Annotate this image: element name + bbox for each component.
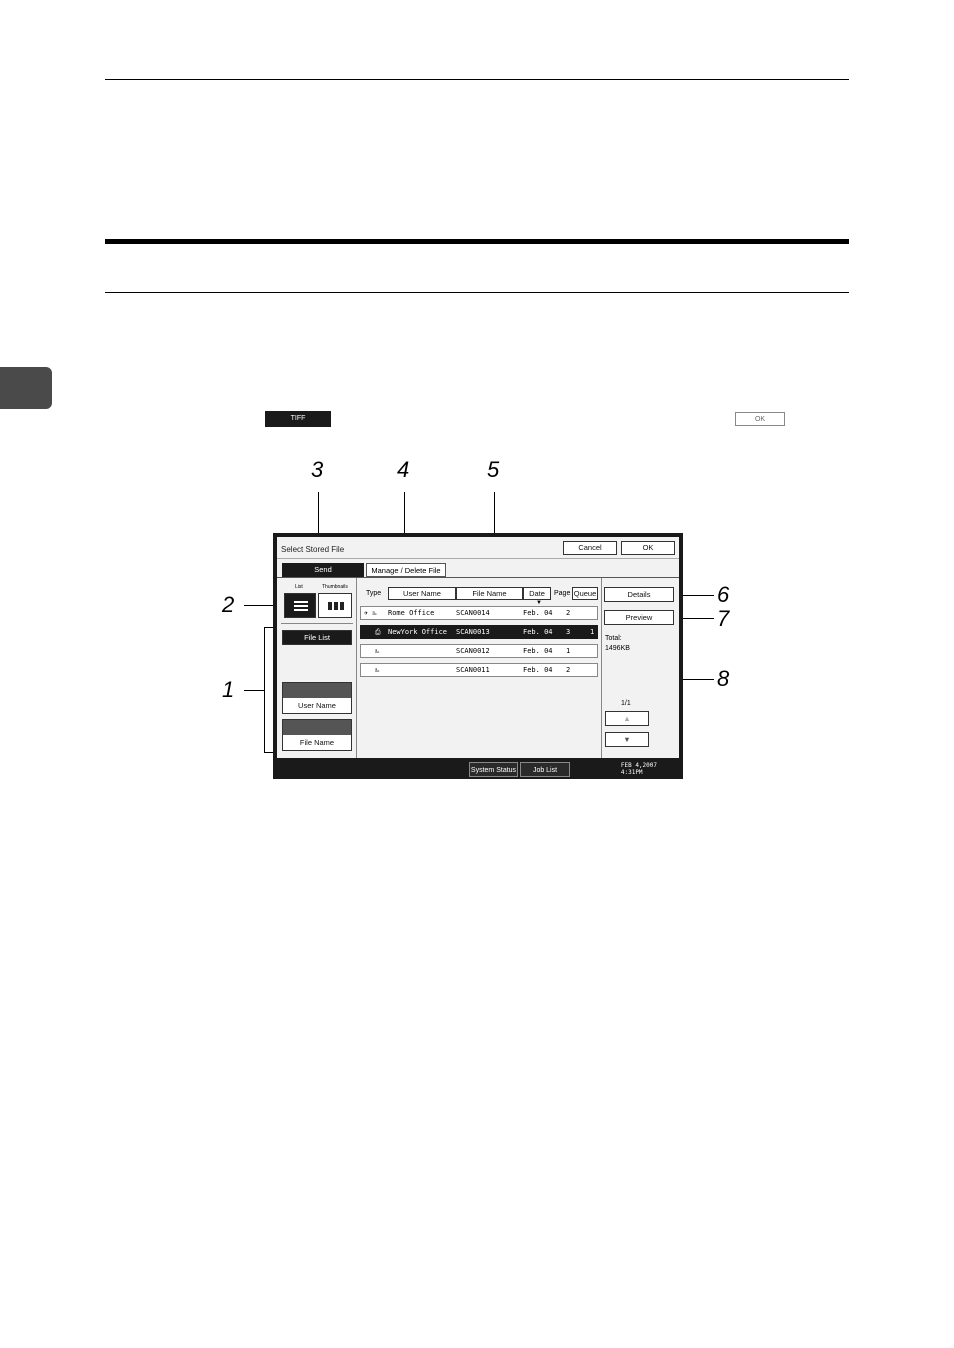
row-page: 2 <box>566 609 571 617</box>
ok-button[interactable]: OK <box>621 541 675 555</box>
callout-5: 5 <box>487 457 500 482</box>
status-bar: System Status Job List FEB 4,2007 4:31PM <box>273 761 683 779</box>
file-row[interactable]: ⎁ SCAN0012 Feb. 04 1 <box>360 644 598 658</box>
left-divider <box>281 623 353 624</box>
tab-send[interactable]: Send <box>282 563 364 577</box>
user-name-sort-button[interactable]: User Name <box>282 682 352 714</box>
file-name-sort-button[interactable]: File Name <box>282 719 352 751</box>
clock: FEB 4,2007 4:31PM <box>621 762 657 776</box>
row-queue: 1 <box>590 628 595 636</box>
chapter-tab <box>0 367 52 409</box>
page-counter: 1/1 <box>621 700 631 707</box>
column-page: Page <box>554 590 571 597</box>
column-date[interactable]: Date <box>523 587 551 600</box>
printer-icon: ⎙ <box>375 628 381 636</box>
row-file: SCAN0013 <box>456 628 490 636</box>
tab-manage-delete-file[interactable]: Manage / Delete File <box>366 563 446 577</box>
file-row[interactable]: ⎙ NewYork Office SCAN0013 Feb. 04 3 1 <box>360 625 598 639</box>
grid-icon <box>328 602 344 610</box>
column-file-name[interactable]: File Name <box>456 587 523 600</box>
section-rule-thick <box>105 239 849 244</box>
header-rule <box>105 79 849 80</box>
total-value: 1496KB <box>605 645 630 652</box>
leader-1 <box>244 690 264 691</box>
tiff-key: TIFF <box>265 411 331 427</box>
view-list-label: List <box>295 584 303 590</box>
callout-4: 4 <box>397 457 410 482</box>
tab-divider <box>277 577 679 578</box>
column-queue[interactable]: Queue <box>572 587 598 600</box>
section-rule-thin <box>105 292 849 293</box>
column-user-name[interactable]: User Name <box>388 587 456 600</box>
scanner-icon: ⎁ <box>375 647 380 655</box>
arrow-up-icon: ▲ <box>623 714 631 723</box>
job-list-button[interactable]: Job List <box>520 762 570 777</box>
ok-key: OK <box>735 412 785 426</box>
row-page: 1 <box>566 647 571 655</box>
bracket-1 <box>264 627 265 753</box>
scroll-down-button[interactable]: ▼ <box>605 732 649 747</box>
title-divider <box>277 558 679 559</box>
row-date: Feb. 04 <box>523 609 553 617</box>
column-type: Type <box>366 590 382 597</box>
row-file: SCAN0011 <box>456 666 490 674</box>
clock-time: 4:31PM <box>620 769 643 776</box>
callout-1: 1 <box>222 677 235 702</box>
preview-button[interactable]: Preview <box>604 610 674 625</box>
select-stored-file-panel: Select Stored File Cancel OK Send Manage… <box>277 537 679 758</box>
row-date: Feb. 04 <box>523 647 553 655</box>
scanner-fax-icon: ✈ ⎁ <box>364 609 377 617</box>
row-page: 2 <box>566 666 571 674</box>
scroll-up-button[interactable]: ▲ <box>605 711 649 726</box>
callout-7: 7 <box>717 606 730 631</box>
column-divider-right <box>601 578 602 758</box>
arrow-down-icon: ▼ <box>623 735 631 744</box>
row-file: SCAN0012 <box>456 647 490 655</box>
row-file: SCAN0014 <box>456 609 490 617</box>
file-row[interactable]: ✈ ⎁ Rome Office SCAN0014 Feb. 04 2 <box>360 606 598 620</box>
row-user: NewYork Office <box>388 628 448 636</box>
callout-2: 2 <box>222 592 235 617</box>
row-page: 3 <box>566 628 571 636</box>
file-name-label: File Name <box>283 735 351 750</box>
scanner-icon: ⎁ <box>375 666 380 674</box>
row-date: Feb. 04 <box>523 666 553 674</box>
cancel-button[interactable]: Cancel <box>563 541 617 555</box>
total-label: Total: <box>605 635 622 642</box>
thumbnails-view-button[interactable] <box>318 593 352 618</box>
callout-3: 3 <box>311 457 324 482</box>
device-screen: Select Stored File Cancel OK Send Manage… <box>273 533 683 779</box>
list-icon <box>294 601 308 611</box>
callout-8: 8 <box>717 666 730 691</box>
column-divider-left <box>356 578 357 758</box>
user-name-label: User Name <box>283 698 351 713</box>
file-row[interactable]: ⎁ SCAN0011 Feb. 04 2 <box>360 663 598 677</box>
file-list-button[interactable]: File List <box>282 630 352 645</box>
row-date: Feb. 04 <box>523 628 553 636</box>
system-status-button[interactable]: System Status <box>469 762 518 777</box>
screen-title: Select Stored File <box>281 545 345 554</box>
view-thumbnails-label: Thumbnails <box>322 584 348 590</box>
details-button[interactable]: Details <box>604 587 674 602</box>
callout-6: 6 <box>717 582 730 607</box>
row-user: Rome Office <box>388 609 435 617</box>
clock-date: FEB 4,2007 <box>620 762 657 769</box>
list-view-button[interactable] <box>284 593 316 618</box>
